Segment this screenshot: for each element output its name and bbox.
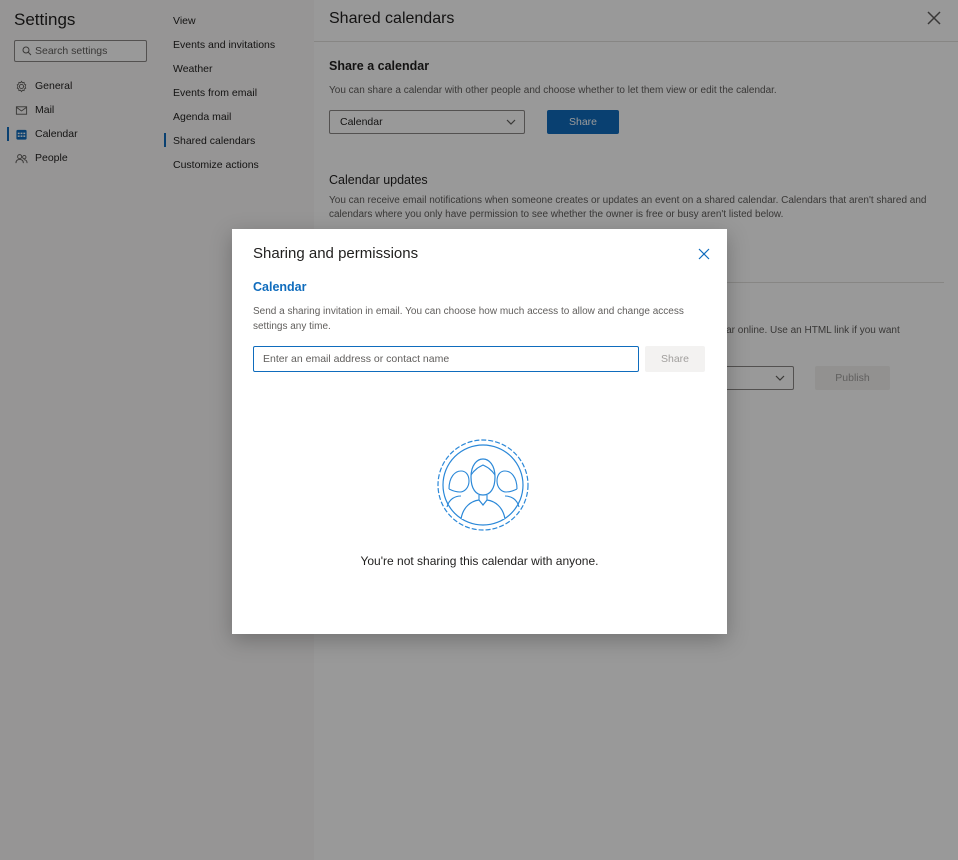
dialog-share-button[interactable]: Share bbox=[645, 346, 705, 372]
dialog-title: Sharing and permissions bbox=[253, 245, 419, 262]
email-input[interactable] bbox=[253, 346, 639, 372]
people-illustration-icon bbox=[437, 439, 529, 531]
empty-sharing-message: You're not sharing this calendar with an… bbox=[360, 554, 599, 568]
dialog-description: Send a sharing invitation in email. You … bbox=[253, 306, 684, 332]
dialog-calendar-name: Calendar bbox=[253, 280, 307, 294]
sharing-permissions-dialog: Sharing and permissions Calendar Send a … bbox=[232, 229, 727, 634]
close-icon[interactable] bbox=[698, 248, 710, 260]
